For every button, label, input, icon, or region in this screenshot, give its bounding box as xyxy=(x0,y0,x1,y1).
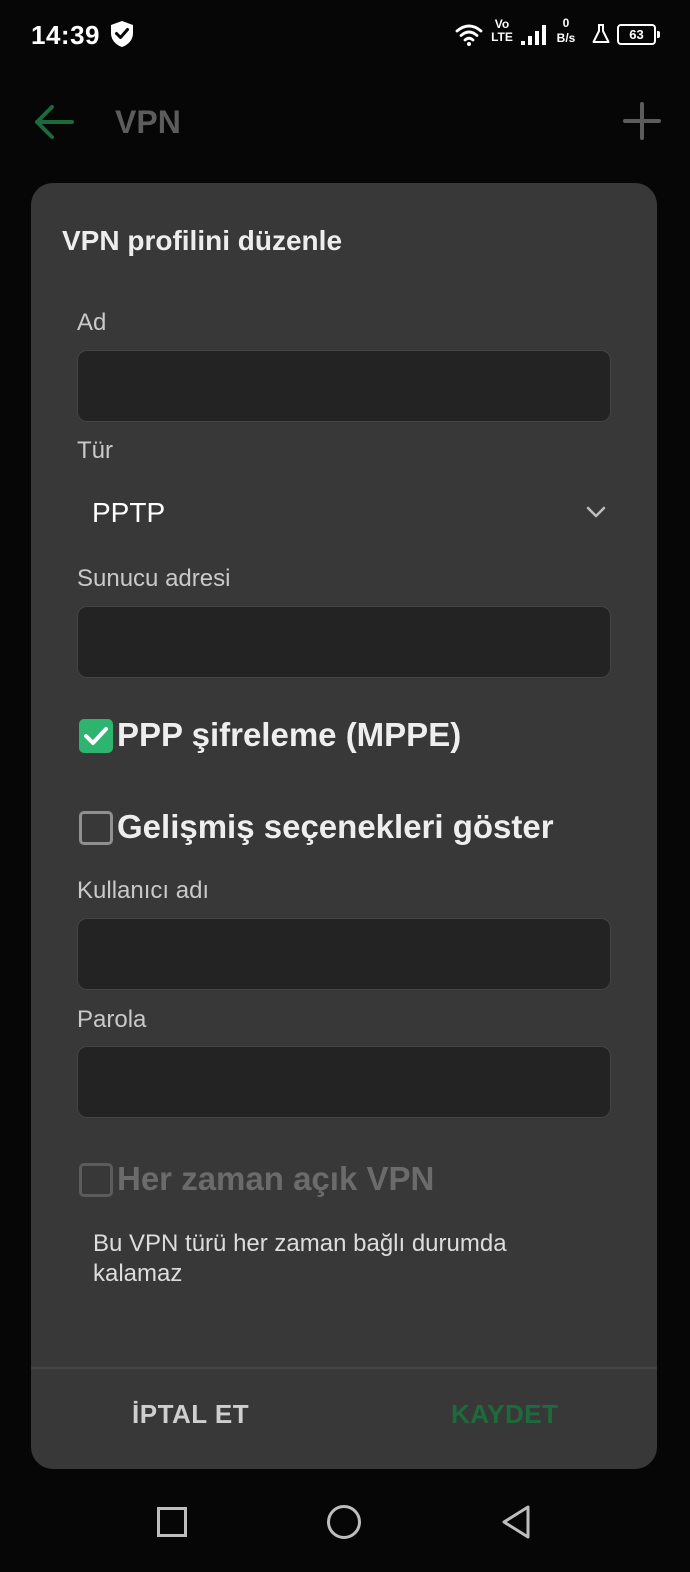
ppp-encryption-label: PPP şifreleme (MPPE) xyxy=(117,716,462,753)
network-speed-value: 0 xyxy=(562,16,570,30)
plus-icon[interactable] xyxy=(622,101,662,141)
wifi-icon xyxy=(455,24,483,46)
back-arrow-icon[interactable] xyxy=(32,102,76,142)
nav-recents-icon[interactable] xyxy=(157,1507,187,1537)
edit-vpn-dialog: VPN profilini düzenle Ad Tür PPTP Sunucu… xyxy=(31,183,657,1469)
signal-icon xyxy=(521,25,546,45)
server-address-input[interactable] xyxy=(77,606,611,678)
status-bar: 14:39 Vo LTE 0 B/s 63 xyxy=(0,0,690,72)
flask-icon xyxy=(592,24,610,43)
advanced-options-checkbox[interactable] xyxy=(79,811,113,845)
volte-indicator: Vo LTE xyxy=(489,18,515,44)
shield-icon xyxy=(111,21,133,47)
nav-back-icon[interactable] xyxy=(500,1504,532,1540)
status-time: 14:39 xyxy=(31,20,100,50)
network-speed: 0 B/s xyxy=(553,16,579,46)
name-label: Ad xyxy=(77,309,107,336)
save-button[interactable]: KAYDET xyxy=(451,1399,559,1430)
username-label: Kullanıcı adı xyxy=(77,877,210,904)
type-dropdown[interactable]: PPTP xyxy=(77,482,611,546)
type-label: Tür xyxy=(77,437,113,464)
volte-bottom: LTE xyxy=(491,30,513,44)
chevron-down-icon xyxy=(586,506,606,518)
username-input[interactable] xyxy=(77,918,611,990)
type-selected-value: PPTP xyxy=(92,497,166,528)
dialog-title: VPN profilini düzenle xyxy=(62,225,343,256)
nav-home-icon[interactable] xyxy=(327,1505,361,1539)
server-address-label: Sunucu adresi xyxy=(77,565,231,592)
check-icon xyxy=(84,727,108,745)
ppp-encryption-checkbox[interactable] xyxy=(79,719,113,753)
always-on-note: Bu VPN türü her zaman bağlı durumda kala… xyxy=(93,1230,507,1287)
battery-icon: 63 xyxy=(617,24,660,45)
button-divider xyxy=(31,1367,657,1369)
password-input[interactable] xyxy=(77,1046,611,1118)
password-label: Parola xyxy=(77,1006,147,1033)
advanced-options-label: Gelişmiş seçenekleri göster xyxy=(117,808,554,845)
always-on-vpn-checkbox xyxy=(79,1163,113,1197)
network-speed-unit: B/s xyxy=(556,31,576,45)
always-on-vpn-label: Her zaman açık VPN xyxy=(117,1160,435,1197)
app-title: VPN xyxy=(115,104,181,140)
screen: 14:39 Vo LTE 0 B/s 63 VPN VPN profilini … xyxy=(0,0,690,1572)
name-input[interactable] xyxy=(77,350,611,422)
cancel-button[interactable]: İPTAL ET xyxy=(132,1399,249,1430)
